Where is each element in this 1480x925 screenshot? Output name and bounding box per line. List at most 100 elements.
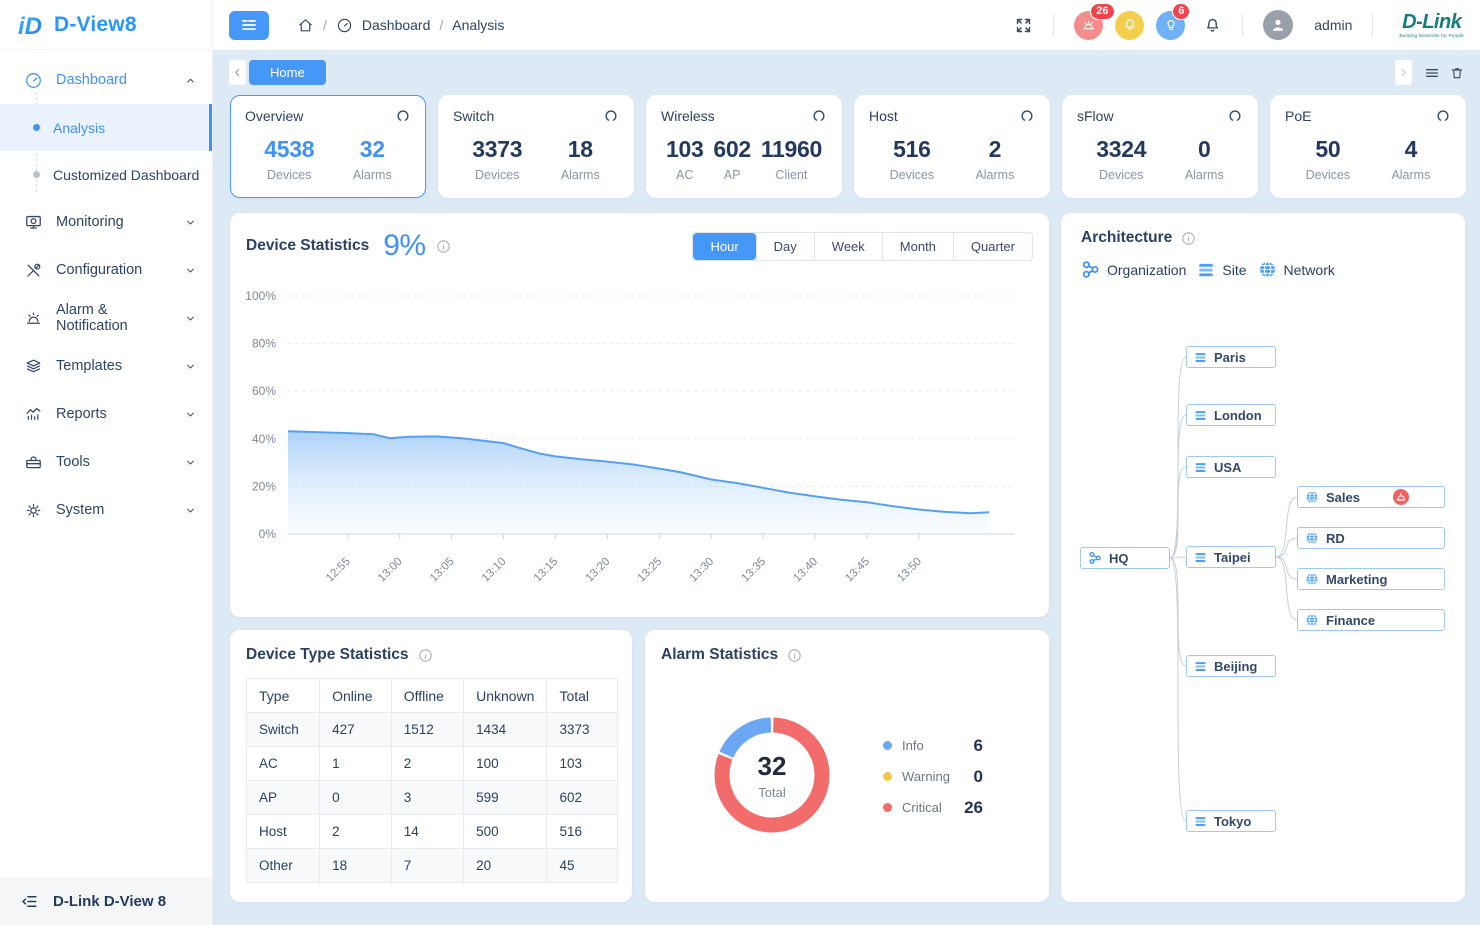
refresh-icon[interactable] xyxy=(1435,108,1451,124)
legend-item-critical[interactable]: Critical 26 xyxy=(883,792,983,823)
cell-unknown[interactable]: 100 xyxy=(464,747,547,781)
info-alarms-button[interactable]: 6 xyxy=(1156,11,1185,40)
card-title: sFlow xyxy=(1077,108,1114,124)
legend-item-info[interactable]: Info 6 xyxy=(883,730,983,761)
tab-menu-icon[interactable] xyxy=(1424,65,1440,81)
time-tab-month[interactable]: Month xyxy=(882,233,953,260)
user-avatar[interactable] xyxy=(1263,10,1293,40)
sidebar-footer[interactable]: D-Link D-View 8 xyxy=(0,878,212,925)
sidebar-item-alarm-notification[interactable]: Alarm & Notification xyxy=(0,294,212,342)
breadcrumb-page: Analysis xyxy=(452,17,504,33)
tree-node-sales[interactable]: Sales xyxy=(1297,486,1445,508)
tree-node-hq[interactable]: HQ xyxy=(1080,547,1170,569)
tree-node-label: RD xyxy=(1326,531,1345,546)
tree-node-taipei[interactable]: Taipei xyxy=(1186,546,1276,568)
cell-total: 45 xyxy=(547,849,618,883)
cell-offline[interactable]: 1512 xyxy=(391,713,463,747)
home-icon[interactable] xyxy=(297,17,314,34)
legend-item-warning[interactable]: Warning 0 xyxy=(883,761,983,792)
svg-text:13:45: 13:45 xyxy=(843,556,872,585)
column-header-offline: Offline xyxy=(391,679,463,713)
cell-unknown[interactable]: 500 xyxy=(464,815,547,849)
refresh-icon[interactable] xyxy=(1019,108,1035,124)
notification-bell-icon[interactable] xyxy=(1203,16,1222,35)
time-tab-week[interactable]: Week xyxy=(814,233,882,260)
cell-unknown[interactable]: 599 xyxy=(464,781,547,815)
cell-online[interactable]: 1 xyxy=(320,747,392,781)
svg-text:13:30: 13:30 xyxy=(687,556,716,585)
sidebar-item-monitoring[interactable]: Monitoring xyxy=(0,198,212,246)
stat-card-sflow[interactable]: sFlow 3324 Devices 0 Alarms xyxy=(1062,95,1258,198)
legend-value: 6 xyxy=(974,736,983,756)
collapse-sidebar-icon[interactable] xyxy=(20,892,39,911)
metric-client: 11960 Client xyxy=(761,136,822,182)
sidebar-item-templates[interactable]: Templates xyxy=(0,342,212,390)
card-title: Overview xyxy=(245,108,303,124)
network-icon xyxy=(1305,490,1319,504)
tree-node-marketing[interactable]: Marketing xyxy=(1297,568,1445,590)
site-icon xyxy=(1194,461,1207,474)
fullscreen-icon[interactable] xyxy=(1014,16,1033,35)
tree-node-tokyo[interactable]: Tokyo xyxy=(1186,810,1276,832)
system-icon xyxy=(24,501,43,520)
cell-offline[interactable]: 3 xyxy=(391,781,463,815)
tree-node-paris[interactable]: Paris xyxy=(1186,346,1276,368)
cell-total: 103 xyxy=(547,747,618,781)
warning-alarms-button[interactable] xyxy=(1115,11,1144,40)
tree-node-rd[interactable]: RD xyxy=(1297,527,1445,549)
tabs-scroll-right-button[interactable] xyxy=(1395,60,1412,85)
sidebar-item-customized-dashboard[interactable]: Customized Dashboard xyxy=(0,151,212,198)
time-tab-quarter[interactable]: Quarter xyxy=(953,233,1032,260)
refresh-icon[interactable] xyxy=(811,108,827,124)
tree-node-usa[interactable]: USA xyxy=(1186,456,1276,478)
tree-node-beijing[interactable]: Beijing xyxy=(1186,655,1276,677)
cell-unknown[interactable]: 1434 xyxy=(464,713,547,747)
cell-online[interactable]: 18 xyxy=(320,849,392,883)
cell-unknown[interactable]: 20 xyxy=(464,849,547,883)
table-row-ap: AP03599602 xyxy=(247,781,618,815)
tree-node-label: Beijing xyxy=(1214,659,1257,674)
critical-alarms-button[interactable]: 26 xyxy=(1074,11,1103,40)
dlink-logo: D-Link Building Networks for People xyxy=(1399,12,1464,39)
sidebar-item-system[interactable]: System xyxy=(0,486,212,534)
refresh-icon[interactable] xyxy=(1227,108,1243,124)
info-icon[interactable] xyxy=(418,648,433,663)
alarm-badge-icon[interactable] xyxy=(1393,489,1409,505)
sidebar-item-dashboard[interactable]: Dashboard xyxy=(0,56,212,104)
refresh-icon[interactable] xyxy=(395,108,411,124)
username-label[interactable]: admin xyxy=(1314,17,1352,33)
dashboard-crumb-icon xyxy=(336,17,353,34)
tree-node-finance[interactable]: Finance xyxy=(1297,609,1445,631)
card-title: Switch xyxy=(453,108,494,124)
info-icon[interactable] xyxy=(787,648,802,663)
cell-offline[interactable]: 14 xyxy=(391,815,463,849)
sidebar-toggle-button[interactable] xyxy=(229,11,269,40)
metric-alarms: 2 Alarms xyxy=(975,136,1014,182)
tabs-scroll-left-button[interactable] xyxy=(229,60,246,85)
sidebar-item-label: Analysis xyxy=(53,120,105,136)
stat-card-switch[interactable]: Switch 3373 Devices 18 Alarms xyxy=(438,95,634,198)
sidebar-item-analysis[interactable]: Analysis xyxy=(0,104,212,151)
stat-card-wireless[interactable]: Wireless 103 AC 602 AP 11960 Client xyxy=(646,95,842,198)
time-tab-hour[interactable]: Hour xyxy=(693,233,755,260)
sidebar-item-tools[interactable]: Tools xyxy=(0,438,212,486)
legend-label: Critical xyxy=(902,800,964,815)
tree-node-london[interactable]: London xyxy=(1186,404,1276,426)
sidebar-item-reports[interactable]: Reports xyxy=(0,390,212,438)
close-tabs-trash-icon[interactable] xyxy=(1449,65,1465,81)
cell-online[interactable]: 2 xyxy=(320,815,392,849)
sidebar-item-label: Monitoring xyxy=(56,214,170,230)
sidebar-item-configuration[interactable]: Configuration xyxy=(0,246,212,294)
cell-offline[interactable]: 2 xyxy=(391,747,463,781)
tab-home[interactable]: Home xyxy=(249,60,326,85)
refresh-icon[interactable] xyxy=(603,108,619,124)
breadcrumb-section[interactable]: Dashboard xyxy=(362,17,431,33)
stat-card-host[interactable]: Host 516 Devices 2 Alarms xyxy=(854,95,1050,198)
time-tab-day[interactable]: Day xyxy=(756,233,814,260)
chevron-down-icon xyxy=(183,215,198,230)
stat-card-overview[interactable]: Overview 4538 Devices 32 Alarms xyxy=(230,95,426,198)
cell-offline[interactable]: 7 xyxy=(391,849,463,883)
stat-card-poe[interactable]: PoE 50 Devices 4 Alarms xyxy=(1270,95,1466,198)
cell-online[interactable]: 427 xyxy=(320,713,392,747)
info-icon[interactable] xyxy=(436,239,451,254)
